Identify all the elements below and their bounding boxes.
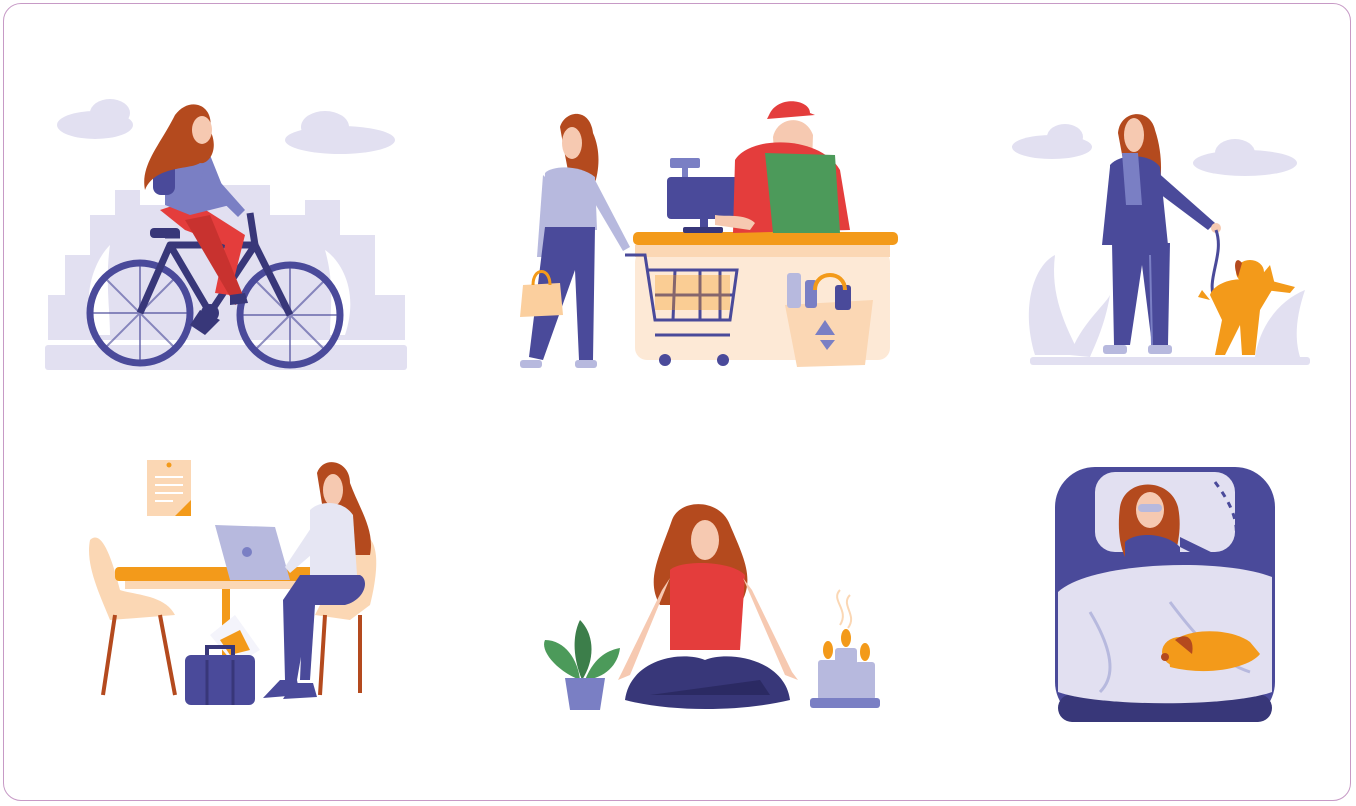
woman-meditating-icon	[544, 504, 880, 710]
woman-at-grocery-checkout-icon	[520, 101, 898, 368]
sticky-note-icon	[147, 460, 191, 516]
woman-sleeping-with-dog-icon	[1055, 467, 1275, 722]
woman-working-on-laptop-icon	[89, 460, 377, 705]
shopping-scene	[515, 95, 905, 375]
cloud-icon	[57, 99, 395, 154]
woman-riding-bicycle-icon	[45, 99, 407, 370]
cycling-scene	[40, 95, 415, 380]
candles-icon	[810, 589, 880, 708]
working-scene	[85, 455, 385, 710]
dog-walk-scene	[1010, 105, 1315, 370]
potted-plant-icon	[544, 620, 620, 710]
sleeping-scene	[1050, 462, 1280, 724]
woman-walking-dog-icon	[1012, 114, 1310, 365]
meditation-scene	[540, 500, 885, 715]
